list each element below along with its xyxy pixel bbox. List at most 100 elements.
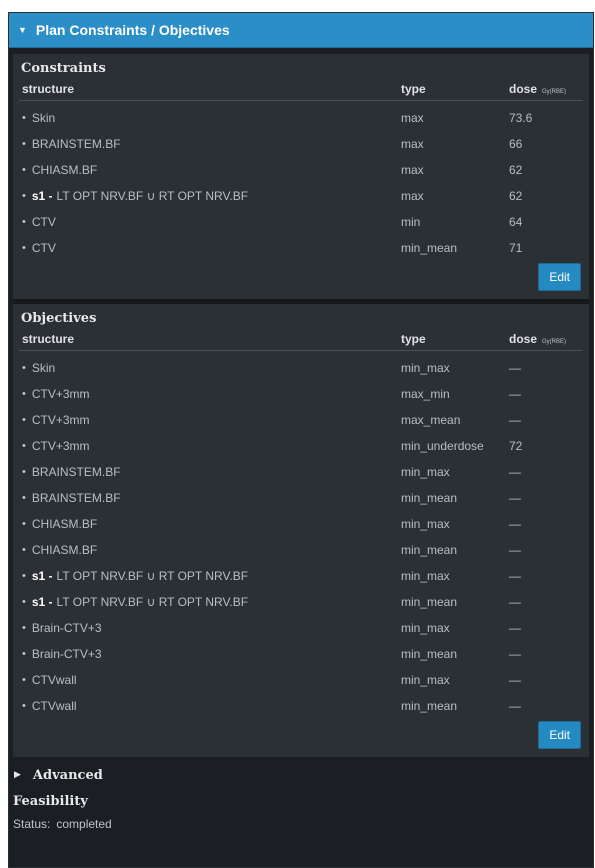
structure-name: Skin xyxy=(31,111,56,125)
bullet-icon: • xyxy=(22,544,26,556)
bullet-icon: • xyxy=(22,440,26,452)
table-row: • Brain-CTV+3 min_max — xyxy=(19,615,583,641)
bullet-icon: • xyxy=(22,112,26,124)
bullet-icon: • xyxy=(22,570,26,582)
structure-name: CTV+3mm xyxy=(31,439,90,453)
structure-name: CHIASM.BF xyxy=(31,517,98,531)
dose-cell: — xyxy=(509,699,521,713)
type-cell: min_max xyxy=(401,517,450,531)
objectives-title: Objectives xyxy=(21,311,97,326)
column-header-structure: structure xyxy=(22,332,75,346)
table-row: • s1 - LT OPT NRV.BF ∪ RT OPT NRV.BF min_ma… xyxy=(19,563,583,589)
edit-constraints-button[interactable]: Edit xyxy=(538,263,581,291)
column-header-type: type xyxy=(401,332,426,346)
structure-cell: • Skin xyxy=(19,361,401,375)
dose-cell: — xyxy=(509,673,521,687)
structure-name: CTV xyxy=(31,241,56,255)
dose-cell: 62 xyxy=(509,189,523,203)
structure-cell: • CTVwall xyxy=(19,673,401,687)
dose-cell: — xyxy=(509,413,521,427)
column-header-dose: dose Gy(RBE) xyxy=(509,82,579,96)
structure-name: CHIASM.BF xyxy=(31,543,98,557)
type-cell: min_max xyxy=(401,465,450,479)
table-row: • Skin max 73.6 xyxy=(19,105,583,131)
type-cell: max xyxy=(401,163,424,177)
edit-objectives-button[interactable]: Edit xyxy=(538,721,581,749)
structure-cell: • CTV+3mm xyxy=(19,413,401,427)
dose-cell: 62 xyxy=(509,163,523,177)
panel-header[interactable]: ▼ Plan Constraints / Objectives xyxy=(9,13,593,48)
column-header-dose: dose Gy(RBE) xyxy=(509,332,579,346)
table-row: • CTVwall min_mean — xyxy=(19,693,583,719)
structure-name: LT OPT NRV.BF ∪ RT OPT NRV.BF xyxy=(56,569,249,583)
bullet-icon: • xyxy=(22,596,26,608)
constraints-table-header: structure type dose Gy(RBE) xyxy=(19,78,583,101)
table-row: • CTV min 64 xyxy=(19,209,583,235)
bullet-icon: • xyxy=(22,622,26,634)
structure-name: Brain-CTV+3 xyxy=(31,621,102,635)
triangle-down-icon: ▼ xyxy=(18,25,27,35)
type-cell: max_min xyxy=(401,387,450,401)
dose-cell: — xyxy=(509,361,521,375)
structure-cell: • s1 - LT OPT NRV.BF ∪ RT OPT NRV.BF xyxy=(19,595,401,609)
table-row: • s1 - LT OPT NRV.BF ∪ RT OPT NRV.BF min_me… xyxy=(19,589,583,615)
type-cell: min_max xyxy=(401,569,450,583)
constraints-section: Constraints structure type dose Gy(RBE) … xyxy=(13,54,589,299)
structure-cell: • CHIASM.BF xyxy=(19,163,401,177)
table-row: • CTV+3mm max_min — xyxy=(19,381,583,407)
dose-cell: 72 xyxy=(509,439,523,453)
type-cell: min_mean xyxy=(401,241,458,255)
bullet-icon: • xyxy=(22,242,26,254)
objectives-table-header: structure type dose Gy(RBE) xyxy=(19,328,583,351)
bullet-icon: • xyxy=(22,674,26,686)
bullet-icon: • xyxy=(22,518,26,530)
type-cell: min xyxy=(401,215,421,229)
structure-cell: • CTV xyxy=(19,241,401,255)
structure-cell: • CTV xyxy=(19,215,401,229)
table-row: • Skin min_max — xyxy=(19,355,583,381)
structure-name: CTV xyxy=(31,215,56,229)
structure-name: CTV+3mm xyxy=(31,387,90,401)
constraints-title: Constraints xyxy=(21,61,106,76)
structure-name: BRAINSTEM.BF xyxy=(31,137,121,151)
dose-cell: — xyxy=(509,595,521,609)
table-row: • CHIASM.BF min_max — xyxy=(19,511,583,537)
structure-name: Brain-CTV+3 xyxy=(31,647,102,661)
structure-prefix: s1 - xyxy=(31,569,53,583)
dose-cell: — xyxy=(509,517,521,531)
type-cell: min_underdose xyxy=(401,439,484,453)
advanced-label: Advanced xyxy=(32,767,103,783)
bullet-icon: • xyxy=(22,164,26,176)
panel-title: Plan Constraints / Objectives xyxy=(35,22,230,38)
table-row: • CHIASM.BF min_mean — xyxy=(19,537,583,563)
table-row: • BRAINSTEM.BF min_max — xyxy=(19,459,583,485)
dose-cell: — xyxy=(509,621,521,635)
type-cell: min_max xyxy=(401,673,450,687)
structure-cell: • BRAINSTEM.BF xyxy=(19,491,401,505)
structure-cell: • s1 - LT OPT NRV.BF ∪ RT OPT NRV.BF xyxy=(19,569,401,583)
structure-cell: • CTV+3mm xyxy=(19,439,401,453)
dose-cell: — xyxy=(509,387,521,401)
type-cell: min_mean xyxy=(401,595,458,609)
bullet-icon: • xyxy=(22,388,26,400)
type-cell: max xyxy=(401,189,424,203)
structure-cell: • Brain-CTV+3 xyxy=(19,647,401,661)
table-row: • CHIASM.BF max 62 xyxy=(19,157,583,183)
structure-name: CTVwall xyxy=(31,673,77,687)
structure-cell: • BRAINSTEM.BF xyxy=(19,465,401,479)
plan-constraints-panel: ▼ Plan Constraints / Objectives Constrai… xyxy=(8,12,594,868)
dose-cell: — xyxy=(509,491,521,505)
structure-name: LT OPT NRV.BF ∪ RT OPT NRV.BF xyxy=(56,189,249,203)
structure-cell: • CTVwall xyxy=(19,699,401,713)
bullet-icon: • xyxy=(22,648,26,660)
bullet-icon: • xyxy=(22,414,26,426)
structure-name: BRAINSTEM.BF xyxy=(31,465,121,479)
dose-cell: 66 xyxy=(509,137,523,151)
table-row: • CTV+3mm min_underdose 72 xyxy=(19,433,583,459)
advanced-toggle[interactable]: ▶ Advanced xyxy=(9,761,593,789)
structure-name: BRAINSTEM.BF xyxy=(31,491,121,505)
table-row: • BRAINSTEM.BF min_mean — xyxy=(19,485,583,511)
structure-cell: • Skin xyxy=(19,111,401,125)
dose-unit-label: Gy(RBE) xyxy=(542,89,567,95)
structure-name: CTV+3mm xyxy=(31,413,90,427)
